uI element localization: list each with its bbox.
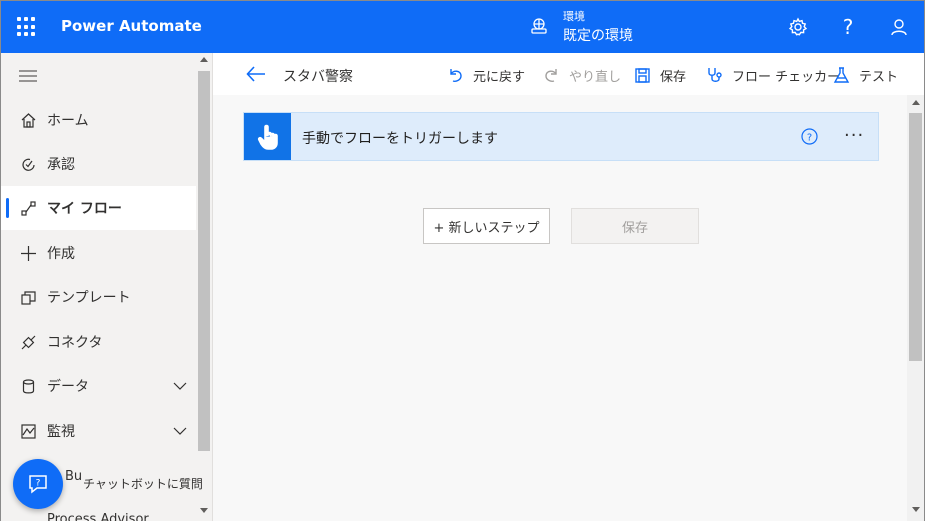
home-icon (19, 111, 37, 129)
flow-checker-label: フロー チェッカー (732, 69, 841, 85)
command-bar: スタバ警察 元に戻す やり直し 保存 フロー チェッカー テスト (213, 53, 924, 95)
chatbot-label[interactable]: チャットボットに質問 (83, 475, 203, 492)
nav-item-connectors[interactable]: コネクタ (1, 320, 196, 364)
trigger-title[interactable]: 手動でフローをトリガーします (302, 128, 498, 148)
nav-label-approvals: 承認 (47, 157, 75, 173)
undo-icon (450, 68, 462, 82)
save-command-button[interactable]: 保存 (634, 65, 686, 85)
scrollbar-thumb[interactable] (198, 71, 210, 451)
svg-text:?: ? (807, 133, 812, 144)
scroll-down-arrow[interactable] (912, 507, 920, 512)
redo-icon (545, 68, 557, 82)
nav-item-home[interactable]: ホーム (1, 98, 196, 142)
manual-trigger-icon (244, 113, 291, 160)
undo-button[interactable]: 元に戻す (447, 65, 525, 85)
nav-label-data: データ (47, 379, 89, 395)
environment-name[interactable]: 既定の環境 (563, 25, 633, 45)
chevron-down-icon[interactable] (172, 378, 188, 394)
monitor-icon (19, 422, 37, 440)
nav-item-monitor[interactable]: 監視 (1, 409, 196, 453)
sidebar-scrollbar[interactable] (196, 53, 212, 521)
save-command-label: 保存 (660, 69, 687, 85)
test-label: テスト (859, 69, 899, 85)
app-title[interactable]: Power Automate (61, 17, 202, 35)
scrollbar-thumb[interactable] (909, 113, 922, 361)
flow-checker-button[interactable]: フロー チェッカー (706, 65, 840, 85)
nav-item-data[interactable]: データ (1, 364, 196, 408)
templates-icon (19, 288, 37, 306)
stethoscope-icon (708, 67, 722, 82)
undo-label: 元に戻す (473, 69, 526, 85)
help-circle-icon[interactable]: ? (801, 128, 818, 145)
help-icon[interactable]: ? (836, 15, 860, 39)
nav-item-partial[interactable]: Bu (65, 469, 82, 484)
left-navigation: ホーム 承認 マイ フロー 作成 テンプレート コネクタ データ 監視 (1, 53, 213, 521)
scroll-up-arrow[interactable] (912, 100, 920, 105)
chatbot-button[interactable]: ? (13, 459, 63, 509)
redo-label: やり直し (569, 69, 622, 85)
nav-label-connectors: コネクタ (47, 335, 103, 351)
svg-text:?: ? (36, 479, 41, 489)
approvals-icon (19, 155, 37, 173)
trigger-card[interactable]: 手動でフローをトリガーします ? ··· (243, 112, 879, 161)
new-step-button[interactable]: + 新しいステップ (423, 208, 550, 244)
settings-icon[interactable] (786, 15, 810, 39)
nav-item-create[interactable]: 作成 (1, 231, 196, 275)
app-launcher-icon[interactable] (17, 17, 37, 37)
save-button[interactable]: 保存 (571, 208, 699, 244)
nav-item-approvals[interactable]: 承認 (1, 142, 196, 186)
nav-label-my-flows: マイ フロー (47, 201, 122, 217)
scroll-up-arrow[interactable] (200, 57, 208, 62)
canvas-scrollbar[interactable] (907, 95, 924, 521)
nav-label-home: ホーム (47, 113, 89, 129)
connector-icon (19, 333, 37, 351)
nav-item-process-advisor[interactable]: Process Advisor (47, 512, 149, 521)
plus-icon (19, 244, 37, 262)
test-button[interactable]: テスト (833, 65, 898, 85)
nav-item-my-flows[interactable]: マイ フロー (1, 186, 196, 230)
flow-name: スタバ警察 (283, 69, 353, 85)
nav-label-monitor: 監視 (47, 424, 75, 440)
scroll-down-arrow[interactable] (200, 508, 208, 513)
account-icon[interactable] (887, 15, 911, 39)
chevron-down-icon[interactable] (172, 423, 188, 439)
database-icon (19, 377, 37, 395)
nav-label-create: 作成 (47, 246, 75, 262)
top-bar: Power Automate 環境 既定の環境 ? (1, 1, 924, 53)
back-arrow-icon[interactable] (246, 65, 266, 83)
flow-icon (19, 199, 37, 217)
environment-label: 環境 (563, 10, 585, 23)
nav-item-templates[interactable]: テンプレート (1, 275, 196, 319)
hamburger-menu-icon[interactable] (19, 69, 37, 83)
more-options-icon[interactable]: ··· (844, 125, 864, 146)
save-icon (635, 67, 650, 83)
redo-button[interactable]: やり直し (543, 65, 621, 85)
chatbot-icon: ? (29, 475, 47, 494)
flow-designer-canvas: 手動でフローをトリガーします ? ··· + 新しいステップ 保存 (213, 95, 907, 521)
flask-icon (833, 66, 850, 83)
nav-label-templates: テンプレート (47, 290, 131, 306)
environment-icon[interactable] (530, 17, 548, 35)
